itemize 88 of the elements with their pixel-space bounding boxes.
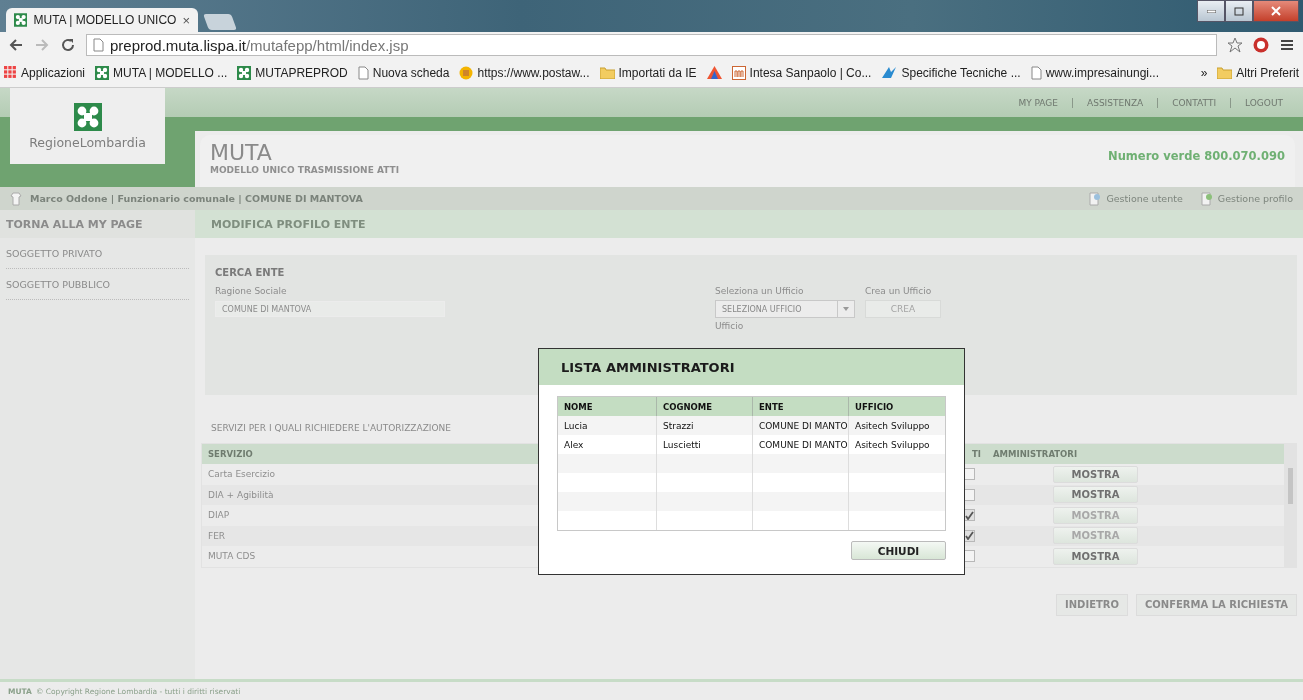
bookmark[interactable]: Importati da IE [599,65,697,80]
header-link[interactable]: ASSISTENZA [1072,97,1158,108]
bookmark[interactable]: https://www.postaw... [459,65,590,80]
table-cell: COMUNE DI MANTO [752,416,848,435]
close-tab-icon[interactable]: × [182,12,190,28]
checkmark-icon [964,510,974,520]
maximize-icon [1234,6,1244,16]
minimize-button[interactable] [1197,0,1225,22]
company-name-field[interactable]: COMUNE DI MANTOVA [215,301,445,317]
triangle-logo-icon[interactable] [706,66,722,79]
bird-logo-icon [881,66,898,79]
apps-grid-icon [4,66,17,79]
app-title: MUTA [210,141,273,165]
sidebar-item[interactable]: SOGGETTO PRIVATO [6,238,189,269]
column-header: UFFICIO [848,397,945,416]
menu-icon[interactable] [1279,37,1295,53]
table-cell: Lucia [558,416,656,435]
bookmark[interactable]: MUTAPREPROD [237,65,348,80]
header-link[interactable]: MY PAGE [1004,97,1072,108]
dialog-title: LISTA AMMINISTRATORI [539,349,964,385]
pinwheel-logo-icon [95,65,110,80]
reload-icon[interactable] [60,37,76,53]
back-arrow-icon[interactable] [8,37,24,53]
page-icon [1030,65,1042,80]
scrollbar-track[interactable] [1284,444,1296,567]
show-button[interactable]: MOSTRA [1053,486,1138,504]
search-title: CERCA ENTE [215,266,286,278]
user-icon [10,191,22,206]
page-title: MODIFICA PROFILO ENTE [195,210,1303,238]
minimize-icon [1206,9,1216,13]
show-button[interactable]: MOSTRA [1053,465,1138,483]
action-button[interactable]: CONFERMA LA RICHIESTA [1136,593,1297,616]
field-label: Ufficio [715,321,744,331]
bookmark-folder[interactable]: Altri Preferit [1217,65,1299,80]
maximize-button[interactable] [1225,0,1253,22]
column-header: AMMINISTRATORI [987,444,1284,464]
pinwheel-logo-icon [14,13,28,27]
bookmark[interactable]: Specifiche Tecniche ... [881,65,1021,80]
table-cell: Strazzi [656,416,752,435]
user-action-link[interactable]: Gestione utente [1087,191,1183,206]
close-icon [1271,6,1281,16]
bookmark[interactable]: Intesa Sanpaolo | Co... [731,65,872,80]
stop-sign-icon[interactable] [1253,37,1269,53]
pinwheel-logo-icon [73,102,102,131]
close-button[interactable] [1253,0,1299,22]
pinwheel-logo-icon [237,65,252,80]
app-subtitle: MODELLO UNICO TRASMISSIONE ATTI [210,165,400,175]
action-button[interactable]: INDIETRO [1056,593,1128,616]
bookmark[interactable]: MUTA | MODELLO ... [95,65,228,80]
table-cell: COMUNE DI MANTO [752,435,848,454]
header-link[interactable]: CONTATTI [1157,97,1231,108]
office-dropdown[interactable]: SELEZIONA UFFICIO [715,300,855,318]
column-header: ENTE [752,397,848,416]
bookmark[interactable]: Applicazioni [4,65,86,80]
field-label: Crea un Ufficio [865,286,932,296]
column-header: COGNOME [656,397,752,416]
section-heading: SERVIZI PER I QUALI RICHIEDERE L'AUTORIZZAZIONE [211,423,451,433]
user-settings-icon [1198,191,1213,206]
dropdown-arrow-icon [843,307,849,311]
coin-icon [459,65,474,80]
letter-m-icon [731,65,746,80]
column-header: NOME [558,397,656,416]
field-label: Ragione Sociale [215,286,287,296]
field-label: Seleziona un Ufficio [715,286,804,296]
checkmark-icon [964,531,974,541]
star-icon[interactable] [1227,37,1243,53]
browser-tab[interactable]: MUTA | MODELLO UNICO × [6,8,198,32]
show-button[interactable]: MOSTRA [1053,547,1138,565]
new-tab-button[interactable] [203,14,237,30]
user-action-link[interactable]: Gestione profilo [1198,191,1293,206]
table-cell: Asitech Sviluppo [848,416,945,435]
bookmark[interactable]: Nuova scheda [357,65,450,80]
sidebar-item[interactable]: SOGGETTO PUBBLICO [6,269,189,300]
folder-icon [599,66,615,79]
user-settings-icon [1087,191,1102,206]
back-link[interactable]: TORNA ALLA MY PAGE [0,210,195,238]
page-icon [93,38,104,52]
address-field[interactable]: preprod.muta.lispa.it/mutafepp/html/index.jsp [86,34,1217,56]
brand-name: RegioneLombardia [29,134,146,150]
header-link[interactable]: LOGOUT [1230,97,1297,108]
scrollbar-thumb[interactable] [1287,468,1293,504]
close-dialog-button[interactable]: CHIUDI [851,541,946,560]
user-info: Marco Oddone | Funzionario comunale | COMUNE DI MANTOVA [30,193,363,204]
folder-icon [1217,66,1233,79]
page-icon [357,65,369,80]
more-bookmarks-button[interactable]: » [1200,65,1208,80]
hotline-text: Numero verde 800.070.090 [1108,149,1285,165]
bookmark[interactable]: www.impresainungi... [1030,65,1160,80]
